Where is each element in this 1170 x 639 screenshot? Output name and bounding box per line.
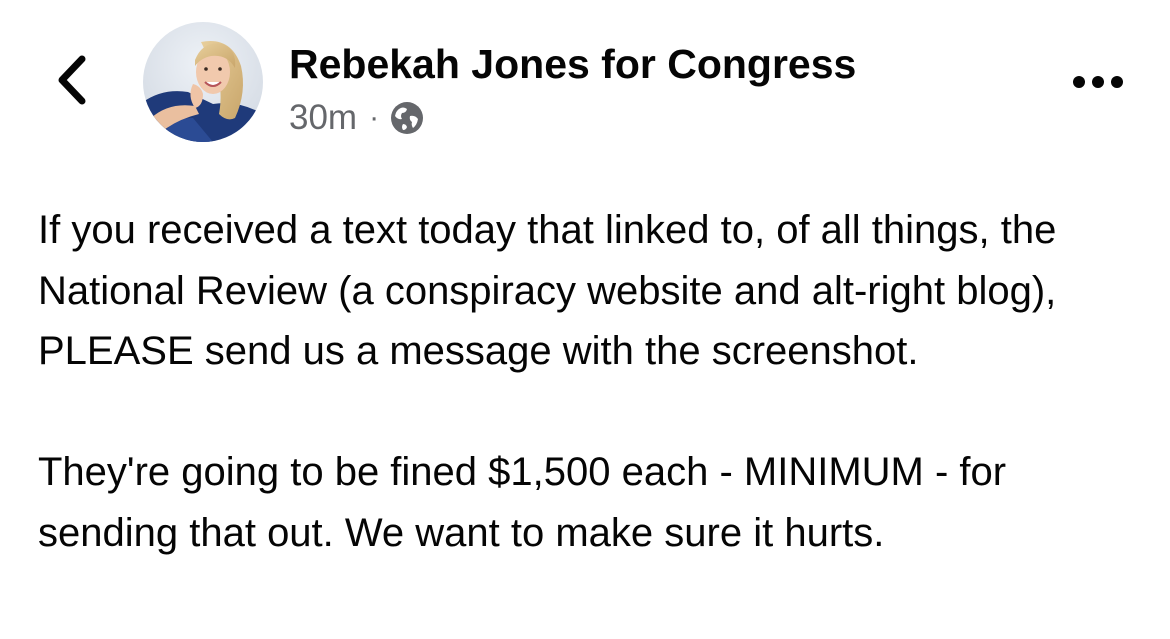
post-body: If you received a text today that linked… (38, 200, 1148, 563)
back-button[interactable] (46, 52, 96, 112)
post-meta: 30m · (289, 98, 856, 138)
globe-icon (389, 100, 425, 136)
post-header: Rebekah Jones for Congress 30m · (289, 40, 856, 138)
chevron-left-icon (54, 55, 88, 110)
more-options-button[interactable] (1068, 64, 1128, 104)
post-paragraph: If you received a text today that linked… (38, 208, 1057, 373)
profile-photo (143, 22, 263, 142)
post-paragraph: They're going to be fined $1,500 each - … (38, 450, 1007, 555)
meta-separator: · (369, 101, 380, 134)
avatar[interactable] (143, 22, 263, 142)
post-timestamp[interactable]: 30m (289, 98, 357, 138)
page-name-link[interactable]: Rebekah Jones for Congress (289, 40, 856, 88)
more-horizontal-icon (1072, 75, 1124, 94)
